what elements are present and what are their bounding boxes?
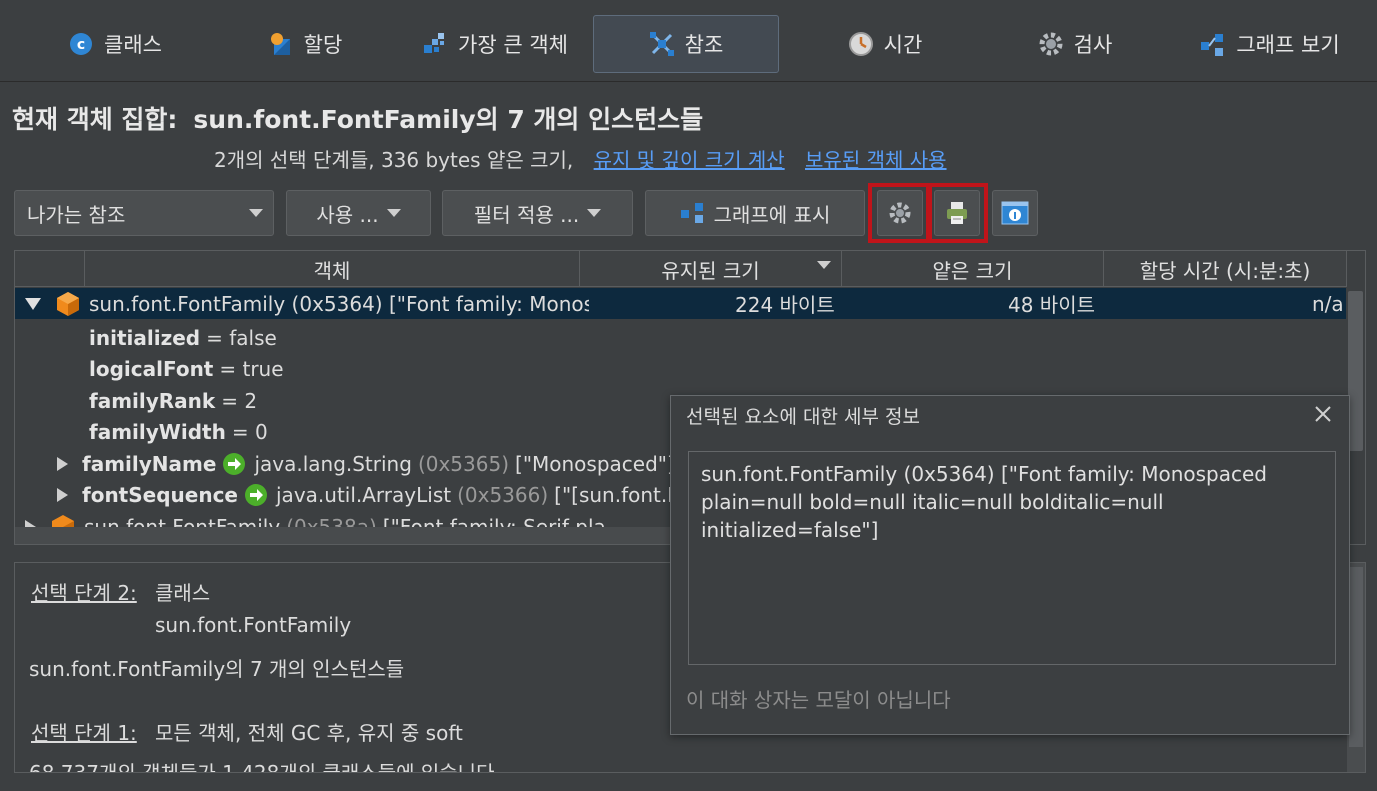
chevron-down-icon xyxy=(386,209,401,217)
title-label: 현재 객체 집합: xyxy=(12,105,178,134)
field-name: fontSequence xyxy=(82,482,238,507)
field-value: = false xyxy=(206,325,277,350)
arrow-right-icon xyxy=(245,483,267,506)
selection-step-2-kind: 클래스 xyxy=(155,581,211,605)
view-tabs: c 클래스 할당 가장 큰 객체 참조 시간 검사 그래프 보기 xyxy=(0,0,1377,82)
clock-icon xyxy=(848,32,873,56)
page-title: 현재 객체 집합: sun.font.FontFamily의 7 개의 인스턴스들 xyxy=(12,100,703,136)
field-value: = 0 xyxy=(231,419,268,444)
calculate-retained-sizes-link[interactable]: 유지 및 깊이 크기 계산 xyxy=(594,148,785,172)
column-header-object[interactable]: 객체 xyxy=(85,251,580,287)
details-line: sun.font.FontFamily (0x5364) ["Font fami… xyxy=(701,462,1268,486)
show-in-graph-button[interactable]: 그래프에 표시 xyxy=(645,190,865,236)
field-name: logicalFont xyxy=(89,356,214,381)
field-name: familyName xyxy=(82,451,217,476)
use-button[interactable]: 사용 ... xyxy=(286,190,431,236)
object-set-summary: 2개의 선택 단계들, 336 bytes 얕은 크기, 유지 및 깊이 크기 … xyxy=(214,144,947,173)
column-header-retained[interactable]: 유지된 크기 xyxy=(580,251,842,287)
dialog-title: 선택된 요소에 대한 세부 정보 xyxy=(686,406,920,428)
arrow-right-icon xyxy=(223,452,246,475)
column-header-allocation-time[interactable]: 할당 시간 (시:분:초) xyxy=(1104,251,1347,287)
scrollbar-thumb[interactable] xyxy=(1349,567,1363,747)
table-row[interactable]: sun.font.FontFamily (0x5364) ["Font fami… xyxy=(15,288,1347,319)
field-type: java.util.ArrayList xyxy=(276,482,452,507)
tab-references[interactable]: 참조 xyxy=(593,15,779,73)
field-type: java.lang.String xyxy=(254,451,412,476)
object-summary: ["Monospaced"] xyxy=(515,451,675,476)
retained-size: 224 바이트 xyxy=(735,293,835,317)
selection-step-1-summary: 68,737개의 객체들가 1,428개의 클래스들에 있습니다 xyxy=(29,761,495,773)
selection-step-2-class: sun.font.FontFamily xyxy=(155,613,352,637)
tab-label: 시간 xyxy=(883,33,923,57)
tab-graph[interactable]: 그래프 보기 xyxy=(1185,15,1355,73)
graph-label: 그래프에 표시 xyxy=(713,202,831,227)
tab-biggest-objects[interactable]: 가장 큰 객체 xyxy=(400,15,590,73)
gear-icon xyxy=(1039,32,1063,56)
field-name: initialized xyxy=(89,325,201,350)
tab-label: 참조 xyxy=(684,33,724,57)
object-address: (0x5366) xyxy=(457,482,549,507)
selection-step-1-link[interactable]: 선택 단계 1: xyxy=(31,717,137,746)
non-modal-note: 이 대화 상자는 모달이 아닙니다 xyxy=(686,688,951,712)
field-name: familyWidth xyxy=(89,419,226,444)
tab-allocations[interactable]: 할당 xyxy=(240,15,370,73)
table-row[interactable]: logicalFont = true xyxy=(15,353,1347,384)
field-name: familyRank xyxy=(89,388,216,413)
apply-filter-button[interactable]: 필터 적용 ... xyxy=(442,190,633,236)
chevron-down-icon xyxy=(587,209,602,217)
details-line: plain=null bold=null italic=null boldita… xyxy=(701,490,1164,542)
allocation-time: n/a xyxy=(1312,291,1344,316)
selection-step-1-description: 모든 객체, 전체 GC 후, 유지 중 soft xyxy=(155,721,463,745)
column-label: 유지된 크기 xyxy=(661,258,760,283)
column-header-spacer xyxy=(15,251,85,287)
shallow-size: 48 바이트 xyxy=(1008,293,1096,317)
close-icon[interactable] xyxy=(1311,402,1335,426)
use-label: 사용 ... xyxy=(316,202,379,227)
highlight-box xyxy=(926,183,988,243)
instance-cube-icon xyxy=(57,291,79,316)
details-button[interactable] xyxy=(992,190,1038,236)
object-text: sun.font.FontFamily (0x5364) ["Font fami… xyxy=(89,291,589,316)
class-c-icon: c xyxy=(70,33,93,55)
column-header-shallow[interactable]: 얕은 크기 xyxy=(842,251,1104,287)
tab-label: 검사 xyxy=(1073,33,1113,57)
selection-step-2-description: sun.font.FontFamily의 7 개의 인스턴스들 xyxy=(29,657,405,681)
svg-text:c: c xyxy=(77,37,85,53)
expand-icon[interactable] xyxy=(57,456,68,471)
reference-mode-dropdown[interactable]: 나가는 참조 xyxy=(14,190,274,236)
table-row[interactable]: initialized = false xyxy=(15,322,1347,353)
table-header: 객체 유지된 크기 얕은 크기 할당 시간 (시:분:초) xyxy=(15,251,1347,287)
biggest-objects-icon xyxy=(424,33,445,53)
details-dialog: 선택된 요소에 대한 세부 정보 sun.font.FontFamily (0x… xyxy=(670,395,1350,735)
object-address: (0x5365) xyxy=(417,451,510,476)
info-window-icon xyxy=(1001,201,1029,225)
sort-descending-icon xyxy=(817,261,831,269)
tab-label: 그래프 보기 xyxy=(1236,33,1340,57)
tab-inspections[interactable]: 검사 xyxy=(1025,15,1125,73)
title-value: sun.font.FontFamily의 7 개의 인스턴스들 xyxy=(193,105,704,134)
tab-classes[interactable]: c 클래스 xyxy=(40,15,190,73)
selection-step-2-link[interactable]: 선택 단계 2: xyxy=(31,577,137,606)
tab-label: 가장 큰 객체 xyxy=(458,33,568,57)
use-retained-objects-link[interactable]: 보유된 객체 사용 xyxy=(805,148,947,172)
graph-icon xyxy=(1201,34,1224,56)
graph-icon xyxy=(680,203,703,223)
tab-label: 할당 xyxy=(303,33,343,57)
scrollbar-thumb[interactable] xyxy=(1348,291,1363,451)
filter-label: 필터 적용 ... xyxy=(473,202,580,227)
collapse-icon[interactable] xyxy=(25,297,41,310)
references-icon xyxy=(649,32,674,56)
chevron-down-icon xyxy=(249,209,263,217)
details-text-area[interactable]: sun.font.FontFamily (0x5364) ["Font fami… xyxy=(688,451,1336,665)
field-value: = true xyxy=(219,356,284,381)
tab-time[interactable]: 시간 xyxy=(830,15,940,73)
expand-icon[interactable] xyxy=(57,487,68,502)
allocation-icon xyxy=(270,33,290,55)
tab-label: 클래스 xyxy=(104,33,162,57)
field-value: = 2 xyxy=(221,388,258,413)
summary-text: 2개의 선택 단계들, 336 bytes 얕은 크기, xyxy=(214,148,574,172)
highlight-box xyxy=(868,183,932,243)
dropdown-value: 나가는 참조 xyxy=(27,202,126,227)
